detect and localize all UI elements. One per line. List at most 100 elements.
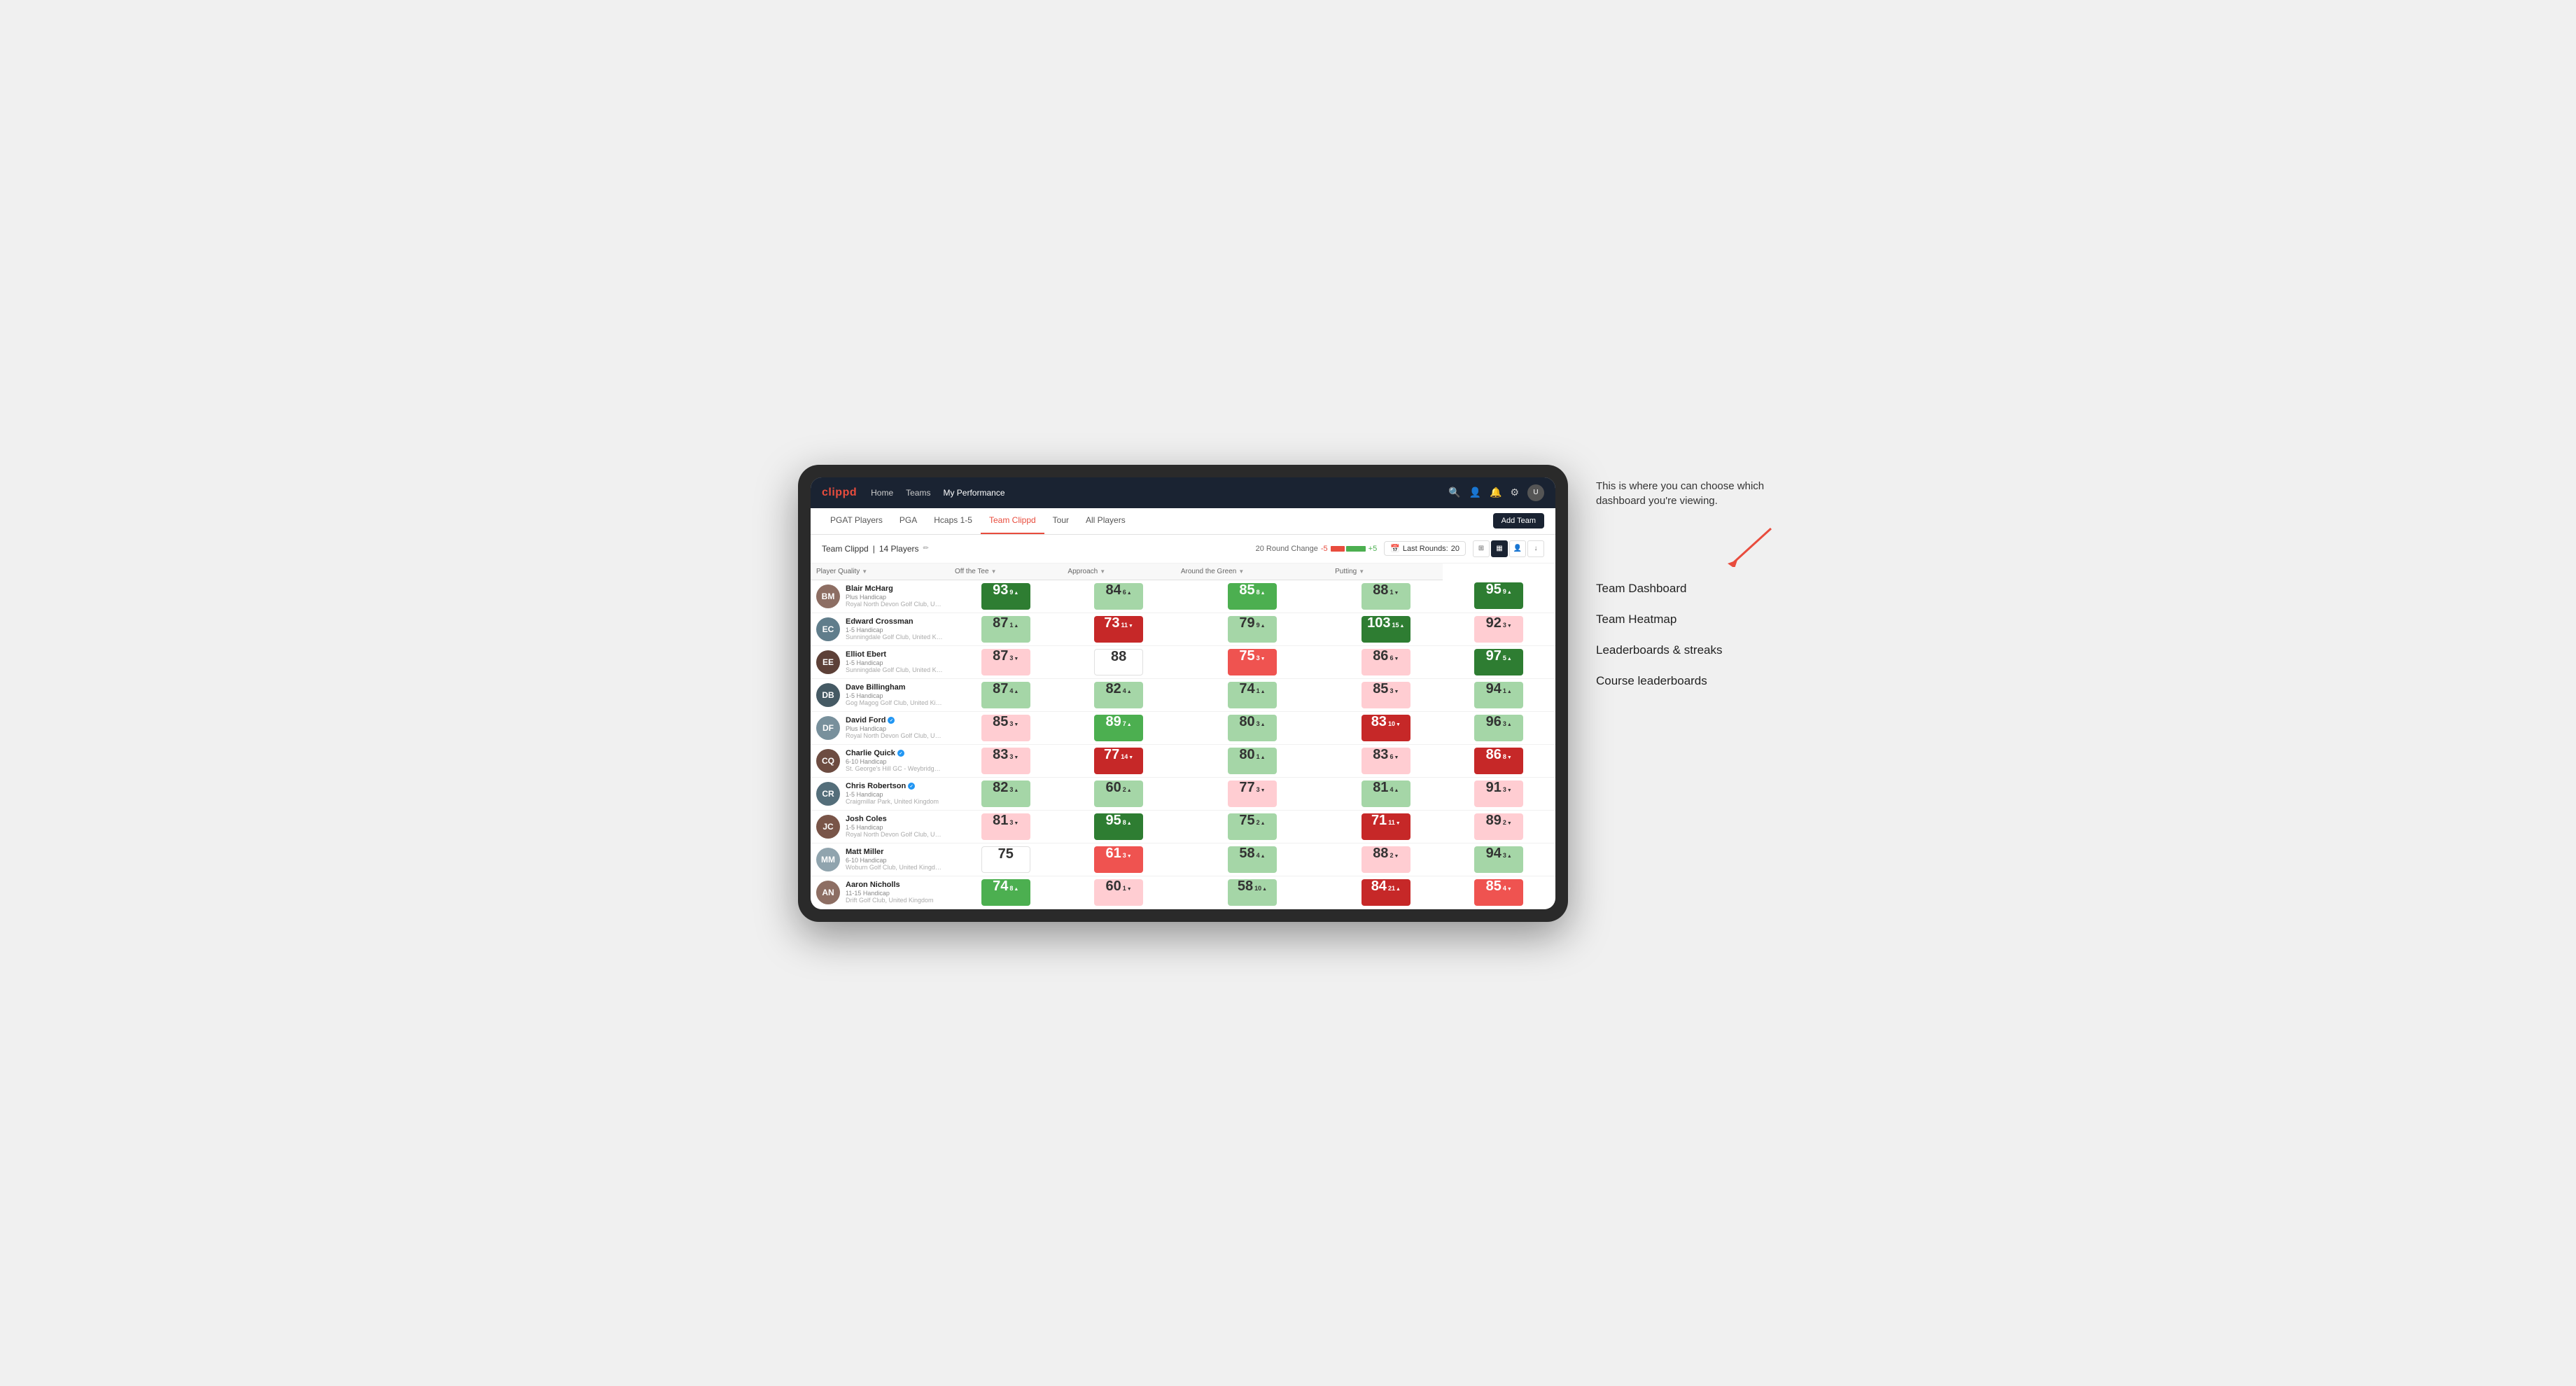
tab-all-players[interactable]: All Players [1077, 508, 1134, 534]
score-box: 87 3 [981, 649, 1030, 676]
nav-link-performance[interactable]: My Performance [943, 485, 1004, 500]
round-change: 20 Round Change -5 +5 [1256, 545, 1378, 553]
score-cell: 58 4 [1175, 843, 1329, 876]
score-box: 77 14 [1094, 748, 1143, 774]
sort-arrow-player: ▼ [862, 568, 867, 575]
player-details: Aaron Nicholls 11-15 Handicap Drift Golf… [846, 881, 934, 904]
score-change: 2 [1123, 786, 1132, 793]
score-cell: 75 [949, 843, 1062, 876]
player-details: Chris Robertson ✓ 1-5 Handicap Craigmill… [846, 782, 939, 805]
add-team-button[interactable]: Add Team [1493, 513, 1544, 528]
score-cell: 83 3 [949, 744, 1062, 777]
arrow-annotation [1596, 525, 1778, 567]
table-row[interactable]: BM Blair McHarg Plus Handicap Royal Nort… [811, 580, 1555, 612]
option-leaderboards[interactable]: Leaderboards & streaks [1596, 643, 1778, 658]
player-avatar: CR [816, 782, 840, 806]
edit-icon[interactable]: ✏ [923, 545, 929, 552]
direction-arrow [1400, 622, 1405, 629]
score-main: 75 [1239, 649, 1254, 663]
settings-icon[interactable]: ⚙ [1510, 486, 1519, 498]
score-change: 11 [1121, 622, 1133, 629]
score-box: 86 6 [1362, 649, 1410, 676]
player-count: 14 Players [879, 544, 919, 554]
score-main: 71 [1371, 813, 1387, 827]
player-cell: EE Elliot Ebert 1-5 Handicap Sunningdale… [811, 645, 949, 678]
option-team-heatmap[interactable]: Team Heatmap [1596, 612, 1778, 627]
score-cell: 94 1 [1443, 678, 1555, 711]
score-cell: 82 4 [1062, 678, 1175, 711]
score-cell: 77 14 [1062, 744, 1175, 777]
nav-link-home[interactable]: Home [871, 485, 893, 500]
player-club: St. George's Hill GC - Weybridge - Surre… [846, 765, 944, 772]
table-row[interactable]: CR Chris Robertson ✓ 1-5 Handicap Craigm… [811, 777, 1555, 810]
score-main: 103 [1367, 616, 1390, 630]
score-cell: 73 11 [1062, 612, 1175, 645]
player-cell: CQ Charlie Quick ✓ 6-10 Handicap St. Geo… [811, 744, 949, 777]
score-main: 89 [1106, 715, 1121, 729]
score-cell: 81 3 [949, 810, 1062, 843]
table-row[interactable]: EE Elliot Ebert 1-5 Handicap Sunningdale… [811, 645, 1555, 678]
option-course-leaderboards[interactable]: Course leaderboards [1596, 673, 1778, 689]
score-change: 3 [1256, 786, 1266, 793]
player-avatar: CQ [816, 749, 840, 773]
table-row[interactable]: DB Dave Billingham 1-5 Handicap Gog Mago… [811, 678, 1555, 711]
direction-arrow [1507, 720, 1512, 727]
grid-view-button[interactable]: ⊞ [1473, 540, 1490, 557]
score-main: 86 [1486, 748, 1502, 762]
score-box: 87 4 [981, 682, 1030, 708]
score-change: 3 [1123, 852, 1132, 859]
direction-arrow [1127, 687, 1132, 694]
tab-tour[interactable]: Tour [1044, 508, 1077, 534]
player-cell: DF David Ford ✓ Plus Handicap Royal Nort… [811, 711, 949, 744]
last-rounds-button[interactable]: 📅 Last Rounds: 20 [1384, 541, 1466, 556]
direction-arrow [1261, 852, 1266, 859]
bell-icon[interactable]: 🔔 [1490, 486, 1502, 498]
table-row[interactable]: MM Matt Miller 6-10 Handicap Woburn Golf… [811, 843, 1555, 876]
table-row[interactable]: DF David Ford ✓ Plus Handicap Royal Nort… [811, 711, 1555, 744]
nav-link-teams[interactable]: Teams [906, 485, 930, 500]
option-team-dashboard[interactable]: Team Dashboard [1596, 581, 1778, 596]
tab-hcaps[interactable]: Hcaps 1-5 [925, 508, 981, 534]
player-info: MM Matt Miller 6-10 Handicap Woburn Golf… [811, 844, 949, 876]
direction-arrow [1394, 654, 1399, 662]
player-club: Gog Magog Golf Club, United Kingdom [846, 699, 944, 706]
col-header-approach: Approach ▼ [1062, 564, 1175, 580]
score-box: 82 4 [1094, 682, 1143, 708]
table-row[interactable]: EC Edward Crossman 1-5 Handicap Sunningd… [811, 612, 1555, 645]
table-row[interactable]: JC Josh Coles 1-5 Handicap Royal North D… [811, 810, 1555, 843]
tab-pgat[interactable]: PGAT Players [822, 508, 891, 534]
score-change: 8 [1123, 819, 1132, 826]
team-controls: 20 Round Change -5 +5 📅 Last Rounds: 20 [1256, 540, 1544, 557]
direction-arrow [1261, 753, 1266, 760]
score-box: 89 2 [1474, 813, 1523, 840]
player-club: Sunningdale Golf Club, United Kingdom [846, 666, 944, 673]
table-row[interactable]: CQ Charlie Quick ✓ 6-10 Handicap St. Geo… [811, 744, 1555, 777]
score-box: 71 11 [1362, 813, 1410, 840]
tab-team-clippd[interactable]: Team Clippd [981, 508, 1044, 534]
change-bar [1331, 546, 1366, 552]
avatar[interactable]: U [1527, 484, 1544, 501]
tab-pga[interactable]: PGA [891, 508, 925, 534]
direction-arrow [1507, 753, 1512, 760]
player-info: BM Blair McHarg Plus Handicap Royal Nort… [811, 580, 949, 612]
heatmap-view-button[interactable]: ▦ [1491, 540, 1508, 557]
score-change: 3 [1009, 654, 1018, 662]
score-box: 58 4 [1228, 846, 1277, 873]
download-button[interactable]: ↓ [1527, 540, 1544, 557]
player-name: Edward Crossman [846, 617, 944, 626]
player-details: David Ford ✓ Plus Handicap Royal North D… [846, 716, 944, 739]
user-icon[interactable]: 👤 [1469, 486, 1481, 498]
data-table: Player Quality ▼ Off the Tee ▼ [811, 564, 1555, 909]
player-handicap: 1-5 Handicap [846, 626, 944, 634]
search-icon[interactable]: 🔍 [1448, 486, 1460, 498]
direction-arrow [1396, 885, 1401, 892]
direction-arrow [1507, 819, 1512, 826]
person-view-button[interactable]: 👤 [1509, 540, 1526, 557]
score-change: 10 [1388, 720, 1401, 727]
table-row[interactable]: AN Aaron Nicholls 11-15 Handicap Drift G… [811, 876, 1555, 909]
neg-bar [1331, 546, 1345, 552]
direction-arrow [1261, 687, 1266, 694]
score-box: 84 21 [1362, 879, 1410, 906]
direction-arrow [1507, 622, 1512, 629]
score-box: 58 10 [1228, 879, 1277, 906]
